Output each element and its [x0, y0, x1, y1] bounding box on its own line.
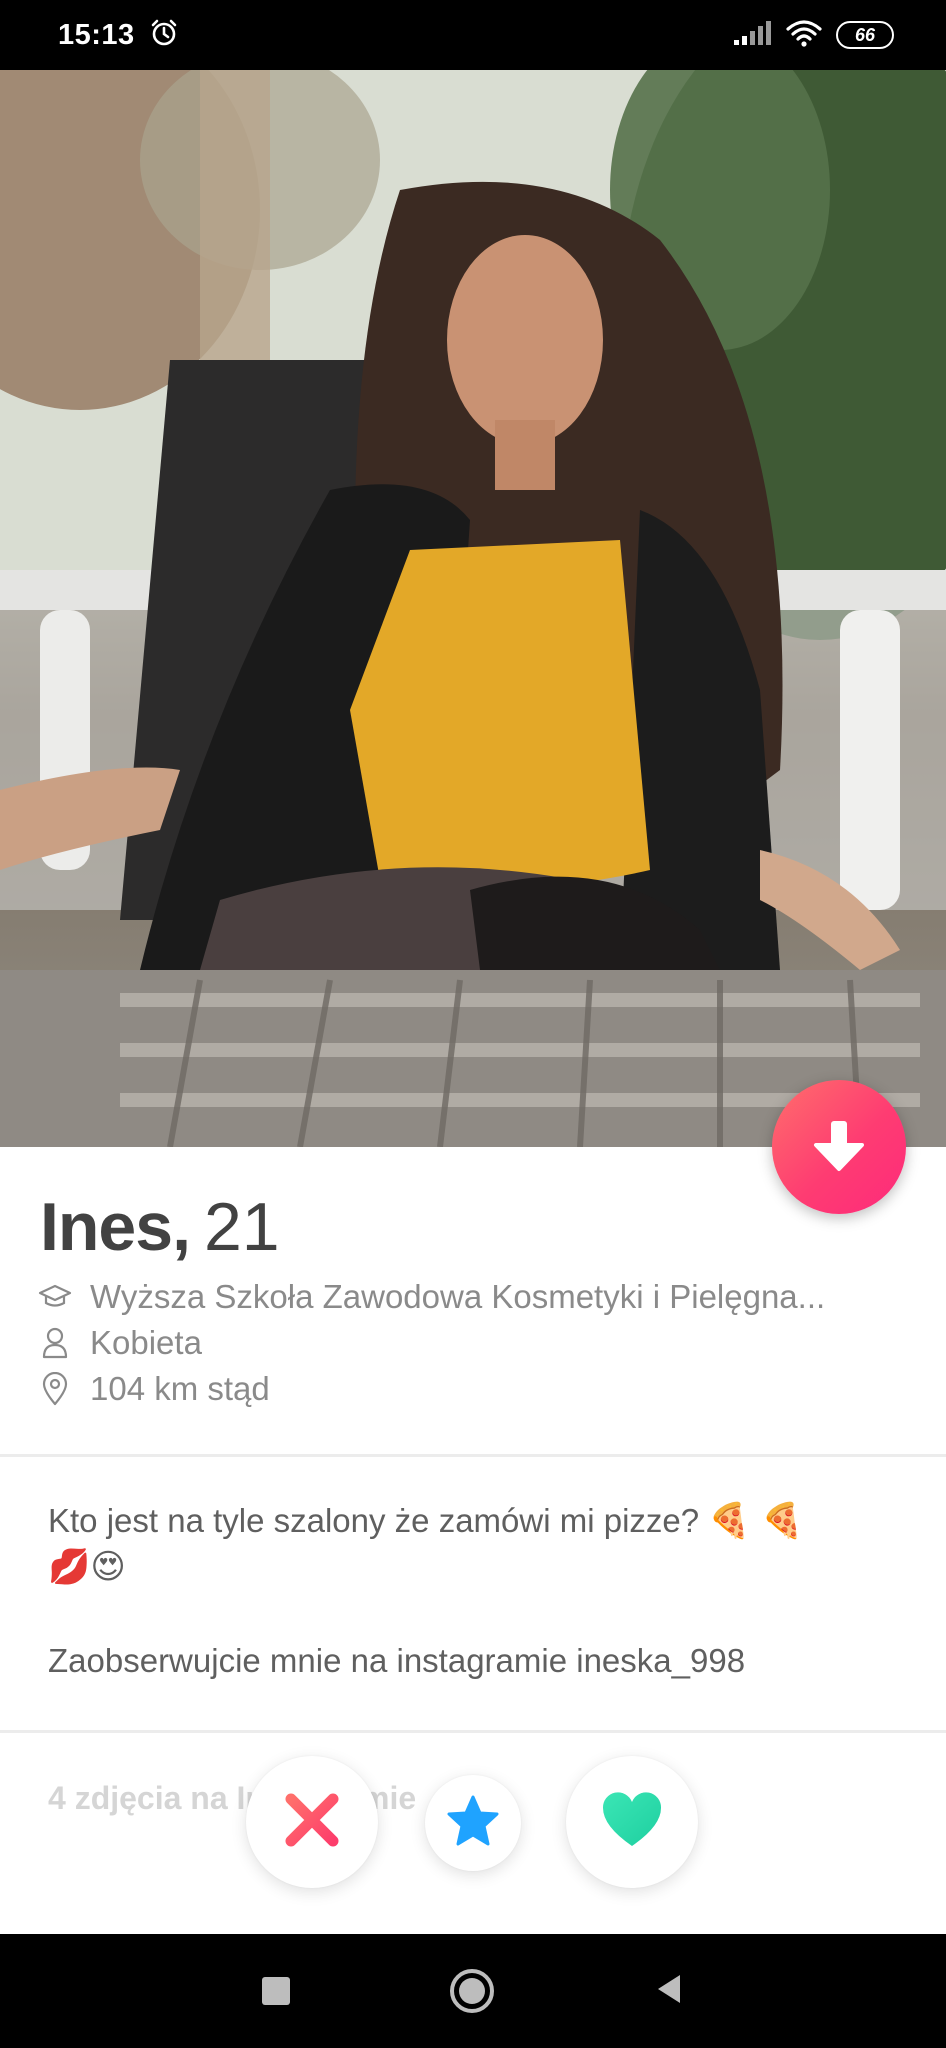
profile-photo[interactable] — [0, 70, 946, 1147]
gender-text: Kobieta — [90, 1324, 202, 1361]
bio-text: Kto jest na tyle szalony że zamówi mi pi… — [48, 1498, 888, 1590]
distance-row: 104 km stąd — [38, 1370, 270, 1408]
bio-instagram-line: Zaobserwujcie mnie na instagramie ineska… — [48, 1642, 746, 1679]
nope-button[interactable] — [246, 1756, 378, 1888]
profile-age: 21 — [203, 1189, 280, 1265]
arrow-down-icon — [812, 1117, 866, 1178]
super-like-button[interactable] — [425, 1775, 521, 1871]
like-button[interactable] — [566, 1756, 698, 1888]
star-icon — [445, 1794, 501, 1853]
kiss-heart-eyes-emoji: 💋😍 — [48, 1547, 126, 1587]
home-icon — [459, 1978, 485, 2004]
recents-button[interactable] — [262, 1977, 290, 2005]
graduation-cap-icon — [38, 1280, 72, 1314]
divider — [0, 1454, 946, 1457]
alarm-icon — [149, 18, 179, 53]
gender-row: Kobieta — [38, 1324, 202, 1362]
back-button[interactable] — [654, 1972, 684, 2011]
heart-icon — [599, 1790, 665, 1855]
battery-icon: 66 — [836, 21, 894, 49]
wifi-icon — [786, 19, 822, 52]
collapse-profile-button[interactable] — [772, 1080, 906, 1214]
signal-icon — [732, 20, 772, 51]
close-icon — [283, 1791, 341, 1854]
bio-line-1: Kto jest na tyle szalony że zamówi mi pi… — [48, 1502, 700, 1539]
divider — [0, 1730, 946, 1733]
location-pin-icon — [38, 1372, 72, 1406]
person-icon — [38, 1326, 72, 1360]
status-time: 15:13 — [58, 18, 135, 51]
status-bar: 15:13 66 — [0, 0, 946, 70]
system-nav-bar — [0, 1934, 946, 2048]
profile-header: Ines, 21 — [40, 1188, 280, 1266]
pizza-emoji: 🍕 🍕 — [708, 1501, 804, 1541]
home-button[interactable] — [450, 1969, 494, 2013]
school-row: Wyższa Szkoła Zawodowa Kosmetyki i Pielę… — [38, 1278, 910, 1316]
profile-name: Ines, — [40, 1189, 191, 1265]
distance-text: 104 km stąd — [90, 1370, 270, 1407]
school-text: Wyższa Szkoła Zawodowa Kosmetyki i Pielę… — [90, 1278, 826, 1315]
